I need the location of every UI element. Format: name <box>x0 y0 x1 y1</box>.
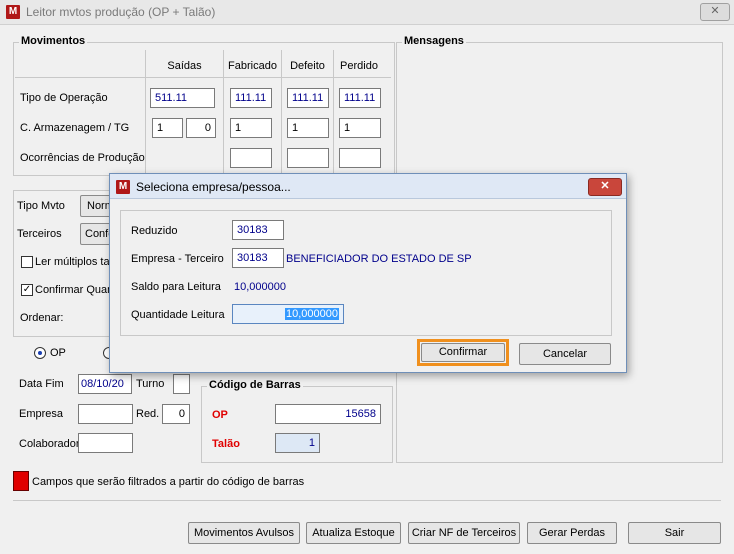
movimentos-avulsos-button[interactable]: Movimentos Avulsos <box>188 522 300 544</box>
tipo-operacao-perdido-field[interactable]: 111.11 <box>339 88 381 108</box>
header-fabricado: Fabricado <box>228 60 277 72</box>
barcode-talao-label: Talão <box>212 438 240 450</box>
atualiza-estoque-button[interactable]: Atualiza Estoque <box>306 522 401 544</box>
quantidade-leitura-field[interactable]: 10,000000 <box>232 304 344 324</box>
ordenar-op-label: OP <box>50 347 66 359</box>
dialog-title: Seleciona empresa/pessoa... <box>136 180 291 194</box>
check-icon: ✓ <box>22 284 32 295</box>
gerar-perdas-button[interactable]: Gerar Perdas <box>527 522 617 544</box>
tipo-operacao-saidas-field[interactable]: 511.11 <box>150 88 215 108</box>
ocorrencias-fabricado-field[interactable] <box>230 148 272 168</box>
terceiros-label: Terceiros <box>17 228 62 240</box>
tipo-mvto-label: Tipo Mvto <box>17 200 65 212</box>
tipo-operacao-fabricado-field[interactable]: 111.11 <box>230 88 272 108</box>
ler-multiplos-label: Ler múltiplos talõ <box>35 256 119 268</box>
title-bar: M Leitor mvtos produção (OP + Talão) ✕ <box>0 0 734 25</box>
tg-saidas-field[interactable]: 0 <box>186 118 216 138</box>
barcode-op-field[interactable]: 15658 <box>275 404 381 424</box>
header-defeito: Defeito <box>290 60 325 72</box>
red-field[interactable]: 0 <box>162 404 190 424</box>
data-fim-label: Data Fim <box>19 378 64 390</box>
dialog-title-bar: M Seleciona empresa/pessoa... ✕ <box>110 174 626 199</box>
legend-text: Campos que serão filtrados a partir do c… <box>32 476 305 488</box>
saldo-leitura-value: 10,000000 <box>234 281 286 293</box>
armazenagem-fabricado-field[interactable]: 1 <box>230 118 272 138</box>
colaborador-field[interactable] <box>78 433 133 453</box>
mensagens-title: Mensagens <box>402 35 466 47</box>
armazenagem-defeito-field[interactable]: 1 <box>287 118 329 138</box>
quantidade-leitura-label: Quantidade Leitura <box>131 309 225 321</box>
header-perdido: Perdido <box>340 60 378 72</box>
criar-nf-terceiros-button[interactable]: Criar NF de Terceiros <box>408 522 520 544</box>
ordenar-label: Ordenar: <box>20 312 64 324</box>
data-fim-field[interactable]: 08/10/20 <box>78 374 132 394</box>
confirmar-quantidade-checkbox[interactable]: ✓ <box>21 284 33 296</box>
turno-field[interactable] <box>173 374 190 394</box>
armazenagem-saidas-field[interactable]: 1 <box>152 118 183 138</box>
colaborador-label: Colaborador <box>19 438 80 450</box>
header-saidas: Saídas <box>167 60 202 72</box>
tipo-operacao-defeito-field[interactable]: 111.11 <box>287 88 329 108</box>
armazenagem-label: C. Armazenagem / TG <box>20 122 130 134</box>
reduzido-label: Reduzido <box>131 225 178 237</box>
app-icon: M <box>6 5 20 19</box>
empresa-terceiro-label: Empresa - Terceiro <box>131 253 224 265</box>
dialog-confirmar-button[interactable]: Confirmar <box>421 343 505 362</box>
codigo-barras-title: Código de Barras <box>207 379 303 391</box>
saldo-leitura-label: Saldo para Leitura <box>131 281 221 293</box>
ocorrencias-label: Ocorrências de Produção <box>20 152 145 164</box>
empresa-field[interactable] <box>78 404 133 424</box>
ocorrencias-perdido-field[interactable] <box>339 148 381 168</box>
selecionar-empresa-dialog: M Seleciona empresa/pessoa... ✕ Reduzido… <box>109 173 627 373</box>
window-title: Leitor mvtos produção (OP + Talão) <box>26 5 216 19</box>
armazenagem-perdido-field[interactable]: 1 <box>339 118 381 138</box>
movimentos-title: Movimentos <box>19 35 88 47</box>
confirm-focus-ring: Confirmar <box>417 339 509 366</box>
sair-button[interactable]: Sair <box>628 522 721 544</box>
turno-label: Turno <box>136 378 165 390</box>
dialog-app-icon: M <box>116 180 130 194</box>
reduzido-field[interactable]: 30183 <box>232 220 284 240</box>
empresa-terceiro-name: BENEFICIADOR DO ESTADO DE SP <box>286 253 472 265</box>
empresa-label: Empresa <box>19 408 64 420</box>
window-close-button[interactable]: ✕ <box>700 3 730 21</box>
barcode-op-label: OP <box>212 409 228 421</box>
dialog-cancelar-button[interactable]: Cancelar <box>519 343 611 365</box>
barcode-talao-field[interactable]: 1 <box>275 433 320 453</box>
ler-multiplos-checkbox[interactable] <box>21 256 33 268</box>
ocorrencias-defeito-field[interactable] <box>287 148 329 168</box>
empresa-terceiro-field[interactable]: 30183 <box>232 248 284 268</box>
dialog-close-button[interactable]: ✕ <box>588 178 622 196</box>
red-label: Red. <box>136 408 160 420</box>
ordenar-op-radio[interactable] <box>34 347 46 359</box>
quantidade-leitura-selection: 10,000000 <box>285 308 339 320</box>
confirmar-quantidade-label: Confirmar Quan <box>35 284 114 296</box>
red-legend-swatch <box>13 471 29 491</box>
tipo-operacao-label: Tipo de Operação <box>20 92 108 104</box>
